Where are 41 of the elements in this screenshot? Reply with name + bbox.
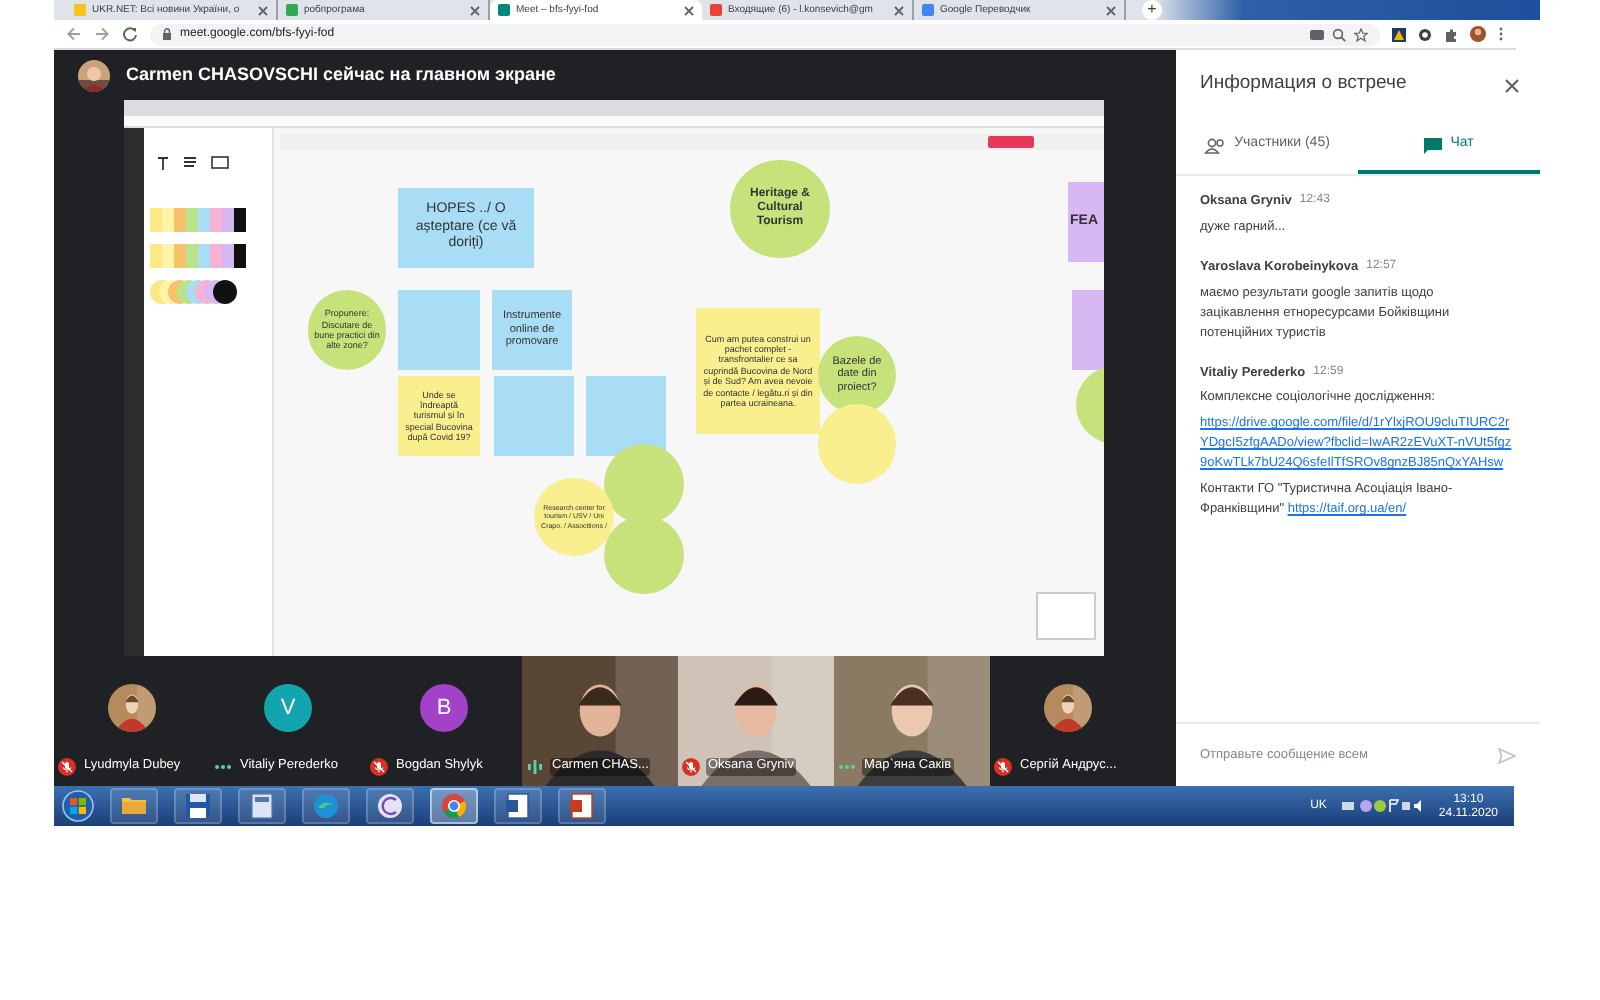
edge-icon[interactable] (310, 790, 342, 822)
people-icon (1204, 137, 1227, 153)
favicon-icon (74, 4, 86, 16)
floppy-icon[interactable] (182, 790, 214, 822)
close-icon[interactable] (1106, 5, 1116, 15)
close-icon[interactable] (470, 5, 480, 15)
close-icon[interactable] (1504, 77, 1520, 93)
avatar: B (420, 684, 468, 732)
close-icon[interactable] (684, 5, 694, 15)
forward-icon[interactable] (94, 26, 110, 42)
minimap (1036, 592, 1096, 640)
close-icon[interactable] (258, 5, 268, 15)
text-tool-icons-drawing[interactable] (157, 156, 229, 171)
profile-avatar[interactable] (1470, 26, 1486, 42)
favicon-icon (922, 4, 934, 16)
color-palette-drawing[interactable] (150, 208, 246, 304)
puzzle-icon[interactable] (1444, 27, 1458, 41)
lock-icon (162, 28, 172, 40)
back-icon[interactable] (66, 26, 82, 42)
star-icon[interactable] (1354, 27, 1368, 41)
panel-title: Информация о встрече (1200, 70, 1407, 99)
reload-icon[interactable] (122, 26, 138, 42)
close-icon[interactable] (894, 5, 904, 15)
favicon-icon (286, 4, 298, 16)
favicon-icon (498, 4, 510, 16)
tray-icons-drawing[interactable] (1342, 799, 1422, 813)
zoom-icon[interactable] (1332, 27, 1346, 41)
avatar: V (264, 684, 312, 732)
new-tab-button[interactable]: + (1142, 0, 1162, 20)
presentation-icon[interactable] (566, 790, 598, 822)
chat-icon (1424, 137, 1443, 153)
menu-icon[interactable] (1498, 26, 1504, 42)
swirl-icon[interactable] (374, 790, 406, 822)
chrome-icon[interactable] (438, 790, 470, 822)
calculator-icon[interactable] (246, 790, 278, 822)
document-icon[interactable] (502, 790, 534, 822)
favicon-icon (710, 4, 722, 16)
presenter-message: Carmen CHASOVSCHI сейчас на главном экране (126, 61, 556, 88)
extension-icon[interactable] (1392, 27, 1406, 41)
extension-icon[interactable] (1418, 27, 1432, 41)
start-button[interactable] (62, 790, 94, 822)
